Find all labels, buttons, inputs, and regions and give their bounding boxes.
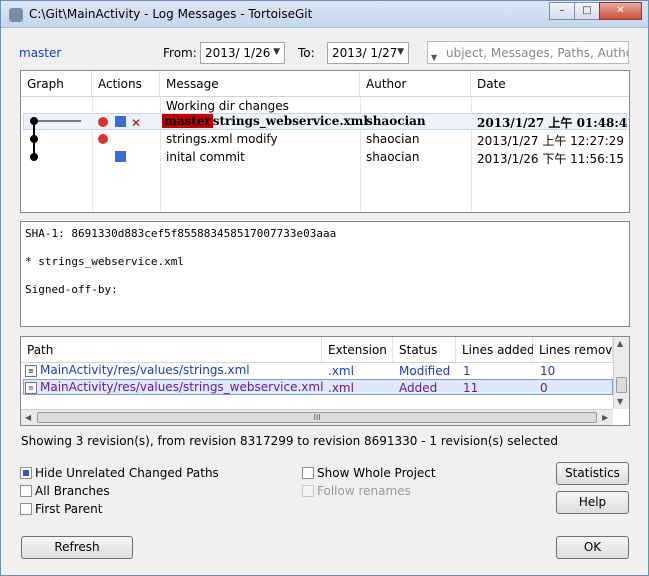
column-header-actions[interactable]: Actions: [92, 71, 160, 96]
log-row-message[interactable]: inital commit: [166, 150, 245, 164]
scroll-thumb-horizontal[interactable]: III: [37, 412, 597, 423]
file-lines-removed: 0: [540, 381, 548, 395]
log-list[interactable]: Graph Actions Message Author Date Workin…: [20, 70, 630, 213]
column-header-status[interactable]: Status: [393, 337, 456, 362]
commit-node: [30, 117, 38, 125]
column-header-date[interactable]: Date: [471, 71, 629, 96]
added-icon: [115, 116, 126, 127]
commit-message-pane[interactable]: SHA-1: 8691330d883cef5f85588345851700773…: [20, 221, 630, 327]
file-status: Added: [399, 381, 438, 395]
follow-renames-checkbox[interactable]: Follow renames: [302, 484, 411, 498]
branch-link[interactable]: master: [19, 46, 61, 60]
column-header-lines-added[interactable]: Lines added: [456, 337, 535, 362]
search-filter-icon: ▼: [431, 53, 438, 62]
ok-button[interactable]: OK: [556, 536, 629, 559]
branch-tag: master: [162, 114, 213, 128]
log-row-message[interactable]: Working dir changes: [166, 99, 289, 113]
commit-node: [30, 153, 38, 161]
xml-file-icon: ≡: [25, 364, 37, 377]
modified-icon: [98, 117, 108, 127]
search-placeholder: ubject, Messages, Paths, Authors, Revisi…: [446, 46, 628, 60]
file-extension: .xml: [328, 381, 354, 395]
action-icons-row1: ✕: [98, 116, 141, 129]
log-row-date: 2013/1/27 上午 01:48:41: [477, 116, 630, 130]
commit-signoff: Signed-off-by:: [25, 283, 118, 296]
close-button[interactable]: ✕: [599, 2, 642, 20]
show-whole-project-checkbox[interactable]: Show Whole Project: [302, 466, 436, 480]
search-input[interactable]: ▼ ubject, Messages, Paths, Authors, Revi…: [427, 41, 629, 64]
scroll-thumb-vertical[interactable]: [616, 377, 627, 393]
log-row-author: shaocian: [366, 114, 426, 128]
scroll-left-icon[interactable]: ◀: [25, 413, 31, 422]
all-branches-checkbox[interactable]: All Branches: [20, 484, 110, 498]
file-extension: .xml: [328, 364, 354, 378]
file-status: Modified: [399, 364, 451, 378]
statistics-button[interactable]: Statistics: [556, 462, 629, 485]
log-row-date: 2013/1/26 下午 11:56:15: [477, 152, 625, 166]
checkbox-checked[interactable]: [20, 467, 32, 479]
scroll-up-icon[interactable]: ▲: [617, 339, 623, 348]
refresh-button[interactable]: Refresh: [21, 536, 133, 559]
file-lines-added: 11: [463, 381, 479, 395]
file-row[interactable]: ≡ MainActivity/res/values/strings.xml: [25, 363, 250, 377]
minimize-button[interactable]: –: [549, 2, 575, 20]
from-date-picker[interactable]: 2013/ 1/26 ▼: [200, 42, 285, 64]
column-header-message[interactable]: Message: [160, 71, 360, 96]
vertical-scrollbar[interactable]: ▲ ▼: [613, 337, 629, 409]
tortoisegit-app-icon: [9, 8, 23, 22]
log-row-author: shaocian: [366, 150, 420, 164]
action-icons-row3: [115, 151, 126, 162]
from-date-value: 2013/ 1/26: [205, 46, 271, 60]
log-messages-window: C:\Git\MainActivity - Log Messages - Tor…: [0, 0, 649, 576]
added-icon: [115, 151, 126, 162]
commit-node: [30, 135, 38, 143]
title-bar: C:\Git\MainActivity - Log Messages - Tor…: [1, 1, 648, 28]
help-button[interactable]: Help: [556, 491, 629, 514]
column-header-author[interactable]: Author: [360, 71, 471, 96]
modified-icon: [98, 134, 108, 144]
log-row-date: 2013/1/27 上午 12:27:29: [477, 134, 625, 148]
file-lines-added: 1: [463, 364, 471, 378]
action-icons-row2: [98, 134, 108, 144]
chevron-down-icon: ▼: [397, 47, 404, 57]
deleted-icon: ✕: [131, 116, 141, 129]
column-header-extension[interactable]: Extension: [322, 337, 393, 362]
window-title: C:\Git\MainActivity - Log Messages - Tor…: [29, 7, 313, 21]
maximize-button[interactable]: □: [574, 2, 600, 20]
status-text: Showing 3 revision(s), from revision 831…: [21, 434, 558, 448]
column-header-path[interactable]: Path: [21, 337, 322, 362]
hide-unrelated-checkbox[interactable]: Hide Unrelated Changed Paths: [20, 466, 219, 480]
to-date-picker[interactable]: 2013/ 1/27 ▼: [327, 42, 409, 64]
changed-files-list[interactable]: Path Extension Status Lines added Lines …: [20, 336, 630, 426]
file-row[interactable]: ≡ MainActivity/res/values/strings_webserv…: [25, 380, 323, 394]
file-lines-removed: 10: [540, 364, 556, 378]
commit-sha: SHA-1: 8691330d883cef5f85588345851700773…: [25, 227, 337, 240]
chevron-down-icon: ▼: [273, 47, 280, 57]
log-row-author: shaocian: [366, 132, 420, 146]
horizontal-scrollbar[interactable]: ◀ III ▶: [21, 409, 613, 425]
commit-graph: [30, 117, 81, 161]
to-label: To:: [298, 46, 315, 60]
first-parent-checkbox[interactable]: First Parent: [20, 502, 102, 516]
column-header-lines-removed[interactable]: Lines removed: [533, 337, 627, 362]
scroll-right-icon[interactable]: ▶: [602, 413, 608, 422]
log-row-message[interactable]: master strings_webservice.xml: [162, 114, 368, 128]
scroll-down-icon[interactable]: ▼: [617, 397, 623, 406]
from-label: From:: [163, 46, 197, 60]
log-row-message[interactable]: strings.xml modify: [166, 132, 278, 146]
to-date-value: 2013/ 1/27: [332, 46, 398, 60]
column-header-graph[interactable]: Graph: [21, 71, 92, 96]
xml-file-icon: ≡: [25, 381, 37, 394]
commit-message-body: * strings_webservice.xml: [25, 255, 184, 268]
